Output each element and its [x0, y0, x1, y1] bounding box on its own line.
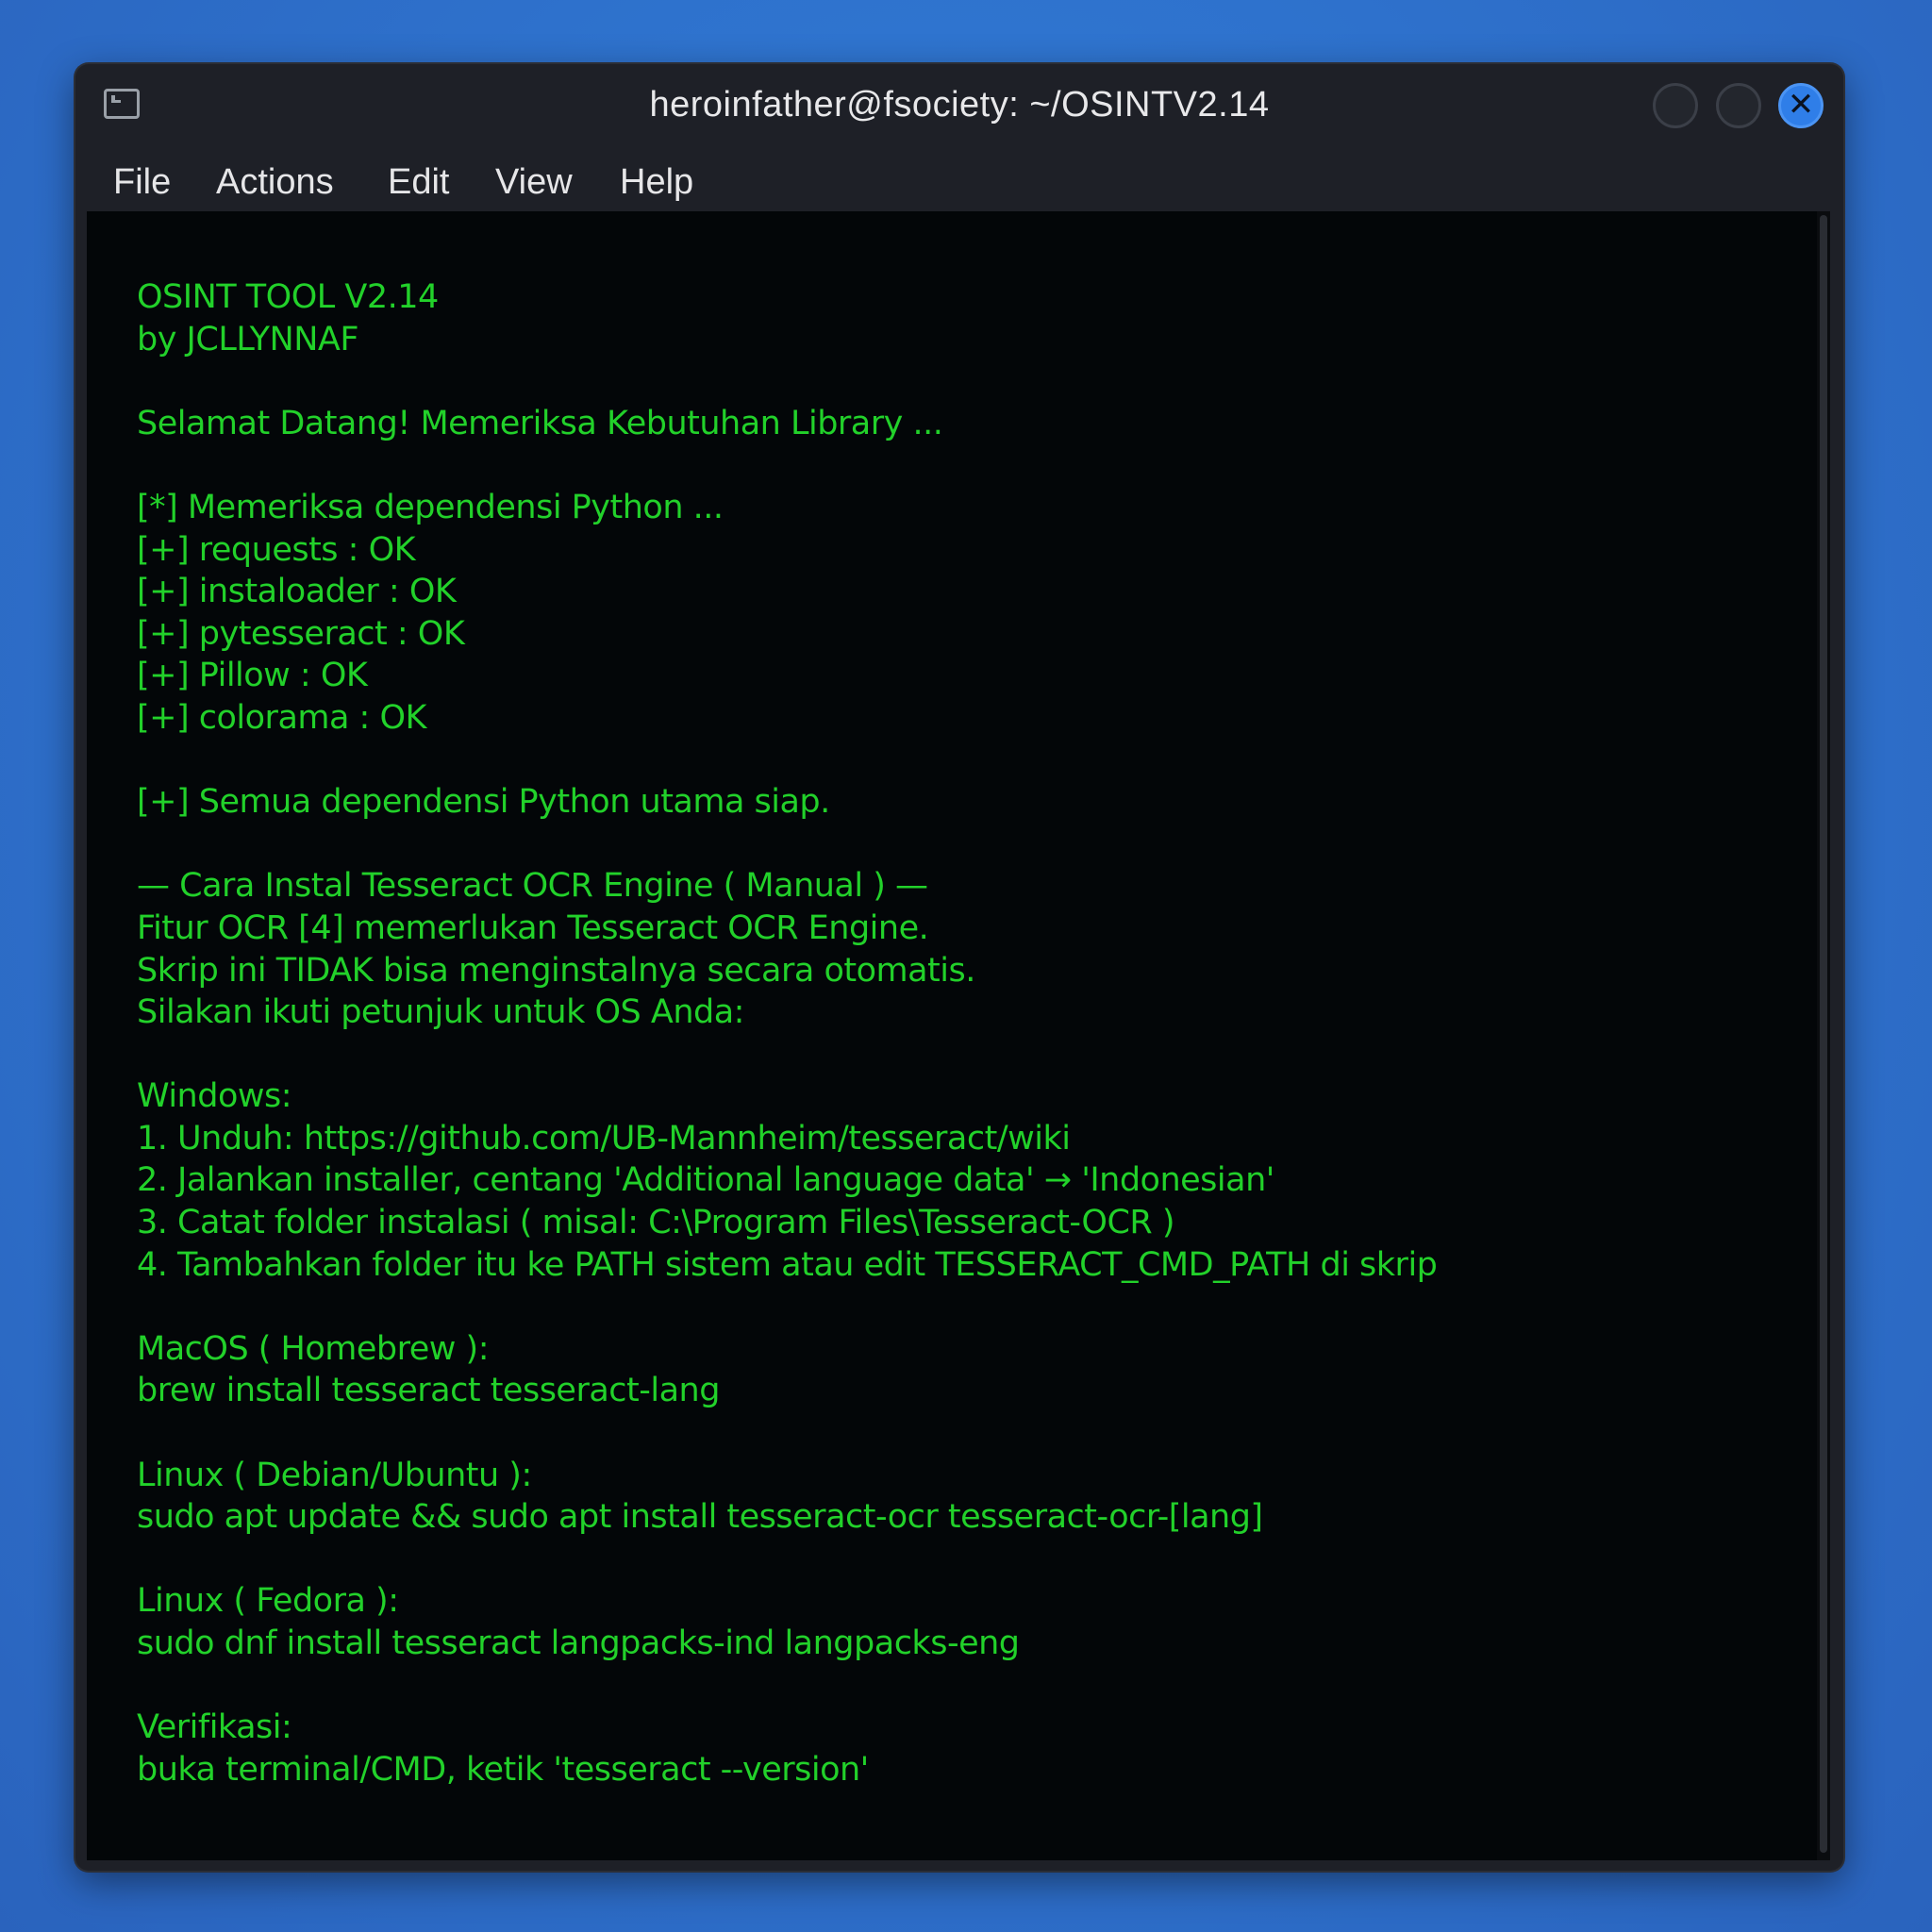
window-title: heroinfather@fsociety: ~/OSINTV2.14 [649, 85, 1270, 125]
scrollbar-thumb[interactable] [1820, 215, 1827, 1853]
terminal-line: by JCLLYNNAF [137, 320, 358, 358]
close-button[interactable]: ✕ [1778, 83, 1824, 128]
terminal-line: 4. Tambahkan folder itu ke PATH sistem a… [137, 1245, 1438, 1284]
minimize-button[interactable] [1653, 83, 1698, 128]
menu-file[interactable]: File [113, 162, 171, 203]
vertical-scrollbar[interactable] [1817, 211, 1830, 1860]
terminal-line: 3. Catat folder instalasi ( misal: C:\Pr… [137, 1204, 1175, 1242]
maximize-button[interactable] [1716, 83, 1761, 128]
terminal-line: — Cara Instal Tesseract OCR Engine ( Man… [137, 867, 928, 906]
terminal-line: [+] Pillow : OK [137, 657, 368, 695]
terminal-line: [+] requests : OK [137, 530, 416, 569]
terminal-line: Linux ( Debian/Ubuntu ): [137, 1456, 532, 1494]
close-icon: ✕ [1787, 86, 1815, 124]
terminal-line: Selamat Datang! Memeriksa Kebutuhan Libr… [137, 404, 943, 442]
terminal-line: Skrip ini TIDAK bisa menginstalnya secar… [137, 951, 975, 990]
terminal-line: 2. Jalankan installer, centang 'Addition… [137, 1161, 1274, 1200]
terminal-line: Silakan ikuti petunjuk untuk OS Anda: [137, 993, 744, 1032]
title-bar[interactable]: heroinfather@fsociety: ~/OSINTV2.14 ✕ [75, 64, 1843, 151]
terminal-window: heroinfather@fsociety: ~/OSINTV2.14 ✕ Fi… [75, 64, 1843, 1871]
terminal-line: sudo dnf install tesseract langpacks-ind… [137, 1624, 1020, 1662]
terminal-output-area[interactable]: OSINT TOOL V2.14 by JCLLYNNAF Selamat Data… [87, 211, 1830, 1860]
terminal-line: [+] Semua dependensi Python utama siap. [137, 783, 830, 822]
terminal-line: Windows: [137, 1077, 292, 1116]
menu-view[interactable]: View [495, 162, 573, 203]
menu-help[interactable]: Help [620, 162, 693, 203]
terminal-line: [*] Memeriksa dependensi Python ... [137, 488, 724, 526]
terminal-line: sudo apt update && sudo apt install tess… [137, 1498, 1263, 1537]
terminal-line: brew install tesseract tesseract-lang [137, 1372, 720, 1410]
terminal-line: OSINT TOOL V2.14 [137, 278, 439, 316]
terminal-line: [+] instaloader : OK [137, 573, 457, 611]
menu-bar: File Actions Edit View Help [75, 151, 1843, 213]
terminal-line: [+] colorama : OK [137, 698, 426, 737]
terminal-line: buka terminal/CMD, ketik 'tesseract --ve… [137, 1750, 869, 1789]
terminal-line: 1. Unduh: https://github.com/UB-Mannheim… [137, 1119, 1071, 1158]
menu-actions[interactable]: Actions [216, 162, 334, 203]
menu-edit[interactable]: Edit [388, 162, 449, 203]
terminal-line: Verifikasi: [137, 1708, 292, 1747]
terminal-line: MacOS ( Homebrew ): [137, 1329, 490, 1368]
terminal-line: Fitur OCR [4] memerlukan Tesseract OCR E… [137, 908, 929, 947]
terminal-output: OSINT TOOL V2.14 by JCLLYNNAF Selamat Data… [137, 276, 1797, 1790]
terminal-line: [+] pytesseract : OK [137, 614, 465, 653]
terminal-line: Linux ( Fedora ): [137, 1582, 399, 1621]
